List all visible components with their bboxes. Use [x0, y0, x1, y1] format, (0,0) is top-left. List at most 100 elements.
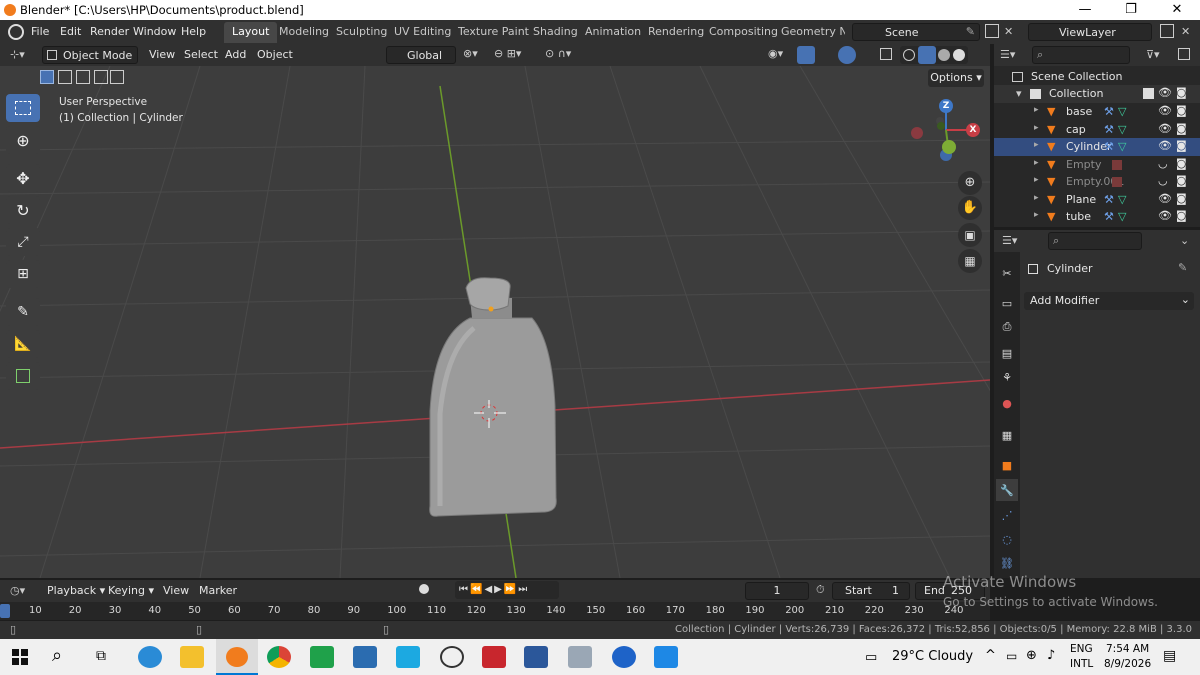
move-tool[interactable]: ✥ [6, 164, 40, 192]
language-code[interactable]: ENG [1070, 643, 1093, 655]
expand-arrow-icon[interactable]: ▸ [1034, 158, 1039, 168]
physics-tab-icon[interactable]: ◌ [996, 528, 1018, 550]
word-icon[interactable] [524, 646, 548, 668]
blender-taskbar-button[interactable] [216, 639, 258, 675]
rotate-tool[interactable]: ↻ [6, 196, 40, 224]
timeline-menu-marker[interactable]: Marker [199, 584, 237, 597]
add-modifier-dropdown[interactable]: Add Modifier ⌄ [1024, 292, 1194, 310]
menu-render[interactable]: Render [90, 25, 129, 38]
visibility-icon[interactable]: ◉▾ [768, 47, 783, 60]
expand-arrow-icon[interactable]: ▸ [1034, 193, 1039, 203]
material-shading-icon[interactable] [938, 49, 950, 61]
3d-viewport[interactable]: Z X ⊕ ✋ ▣ ▦ Options ▾ User Perspective (… [0, 66, 990, 578]
battery-icon[interactable]: ▭ [1006, 649, 1017, 663]
gizmo-y-axis[interactable] [942, 140, 956, 154]
outliner-search-input[interactable]: ⌕ [1032, 46, 1130, 64]
outliner-row-tube[interactable]: ▸ ▼ tube ⚒ ▽ 👁 ◙ [994, 208, 1200, 226]
tab-geometry-nodes[interactable]: Geometry Noc [781, 25, 845, 38]
minimize-button[interactable]: — [1062, 0, 1108, 20]
outliner-row-cap[interactable]: ▸ ▼ cap ⚒ ▽ 👁 ◙ [994, 121, 1200, 139]
stopwatch-icon[interactable]: ⏱ [816, 583, 825, 597]
outliner-row-base[interactable]: ▸ ▼ base ⚒ ▽ 👁 ◙ [994, 103, 1200, 121]
eye-closed-icon[interactable]: ◡ [1158, 157, 1168, 170]
viewport-menu-add[interactable]: Add [225, 48, 246, 61]
camera-icon[interactable]: ◙ [1176, 104, 1187, 117]
timeline-type-icon[interactable]: ◷▾ [10, 584, 25, 597]
start-frame-field[interactable]: Start 1 [832, 582, 910, 600]
tray-overflow-icon[interactable]: ^ [985, 648, 996, 663]
camera-icon[interactable]: ◙ [1176, 192, 1187, 205]
camera-icon[interactable]: ◙ [1176, 157, 1187, 170]
playhead-marker[interactable] [0, 604, 10, 618]
viewport-menu-object[interactable]: Object [257, 48, 293, 61]
expand-arrow-icon[interactable]: ▸ [1034, 175, 1039, 185]
menu-help[interactable]: Help [181, 25, 206, 38]
proportional-edit-icon[interactable]: ⊙ ∩▾ [545, 47, 571, 60]
filter-icon[interactable]: ⊽▾ [1146, 48, 1160, 61]
photos-icon[interactable] [654, 646, 678, 668]
editor-type-icon[interactable]: ⊹▾ [10, 48, 30, 62]
steam-icon[interactable] [440, 646, 464, 668]
expand-arrow-icon[interactable]: ▸ [1034, 123, 1039, 133]
tab-rendering[interactable]: Rendering [648, 25, 704, 38]
edge-browser-icon[interactable] [138, 646, 162, 668]
remote-desktop-icon[interactable] [568, 646, 592, 668]
constraints-tab-icon[interactable]: ⛓ [996, 552, 1018, 574]
pin-icon[interactable]: ✎ [1178, 261, 1187, 274]
camera-icon[interactable]: ◙ [1176, 86, 1187, 99]
select-invert-icon[interactable] [94, 70, 108, 84]
particles-tab-icon[interactable]: ⋰ [996, 504, 1018, 526]
render-tab-icon[interactable]: ▭ [996, 292, 1018, 314]
weather-icon[interactable]: ▭ [865, 650, 877, 665]
tab-texture-paint[interactable]: Texture Paint [458, 25, 529, 38]
tab-uv-editing[interactable]: UV Editing [394, 25, 451, 38]
snap-icon[interactable]: ⊖ ⊞▾ [494, 47, 521, 60]
blue-app-icon[interactable] [396, 646, 420, 668]
expand-arrow-icon[interactable]: ▸ [1034, 140, 1039, 150]
viewport-menu-select[interactable]: Select [184, 48, 218, 61]
cursor-tool[interactable]: ⊕ [6, 126, 40, 154]
annotate-tool[interactable]: ✎ [6, 298, 40, 326]
pivot-icon[interactable]: ⊗▾ [463, 47, 478, 60]
timeline-menu-playback[interactable]: Playback ▾ [47, 584, 105, 597]
new-scene-icon[interactable] [985, 24, 999, 38]
new-view-layer-icon[interactable] [1160, 24, 1174, 38]
playback-controls[interactable]: ⏮⏪◀▶⏩⏭ [455, 581, 559, 599]
eye-icon[interactable]: 👁 [1158, 104, 1172, 117]
delete-scene-icon[interactable]: ✕ [1004, 25, 1013, 38]
orientation-dropdown[interactable]: Global [386, 46, 456, 64]
rendered-shading-icon[interactable] [953, 49, 965, 61]
mode-dropdown[interactable]: Object Mode [42, 46, 138, 64]
menu-edit[interactable]: Edit [60, 25, 81, 38]
select-subtract-icon[interactable] [76, 70, 90, 84]
expand-arrow-icon[interactable]: ▾ [1016, 87, 1022, 100]
tab-layout[interactable]: Layout [224, 22, 278, 43]
modifier-tab-icon[interactable]: 🔧 [996, 479, 1018, 501]
close-button[interactable]: ✕ [1154, 0, 1200, 20]
task-view-icon[interactable]: ⧉ [96, 648, 106, 664]
tab-animation[interactable]: Animation [585, 25, 641, 38]
clock-time[interactable]: 7:54 AM [1106, 643, 1149, 655]
delete-view-layer-icon[interactable]: ✕ [1181, 25, 1190, 38]
tab-shading[interactable]: Shading [533, 25, 578, 38]
eye-icon[interactable]: 👁 [1158, 192, 1172, 205]
object-tab-icon[interactable]: ■ [996, 454, 1018, 476]
view-layer-tab-icon[interactable]: ▤ [996, 342, 1018, 364]
checkbox-icon[interactable] [1143, 88, 1154, 99]
calculator-icon[interactable] [353, 646, 377, 668]
record-icon[interactable] [419, 584, 429, 594]
select-extend-icon[interactable] [58, 70, 72, 84]
select-intersect-icon[interactable] [110, 70, 124, 84]
outliner-row-plane[interactable]: ▸ ▼ Plane ⚒ ▽ 👁 ◙ [994, 191, 1200, 209]
outliner-row-cylinder[interactable]: ▸ ▼ Cylinder ⚒ ▽ 👁 ◙ [994, 138, 1200, 156]
select-box-tool[interactable] [6, 94, 40, 122]
viewport-menu-view[interactable]: View [149, 48, 175, 61]
scene-tab-icon[interactable]: ⚘ [996, 366, 1018, 388]
camera-icon[interactable]: ◙ [1176, 174, 1187, 187]
current-frame-field[interactable]: 1 [745, 582, 809, 600]
frame-ruler[interactable]: 10 20 30 40 50 60 70 80 90 100 110 120 130 140 150 160 1… [0, 602, 990, 620]
pin-icon[interactable]: ✎ [966, 25, 975, 38]
eye-icon[interactable]: 👁 [1158, 209, 1172, 222]
weather-text[interactable]: 29°C Cloudy [892, 649, 973, 664]
keyboard-layout[interactable]: INTL [1070, 658, 1093, 670]
